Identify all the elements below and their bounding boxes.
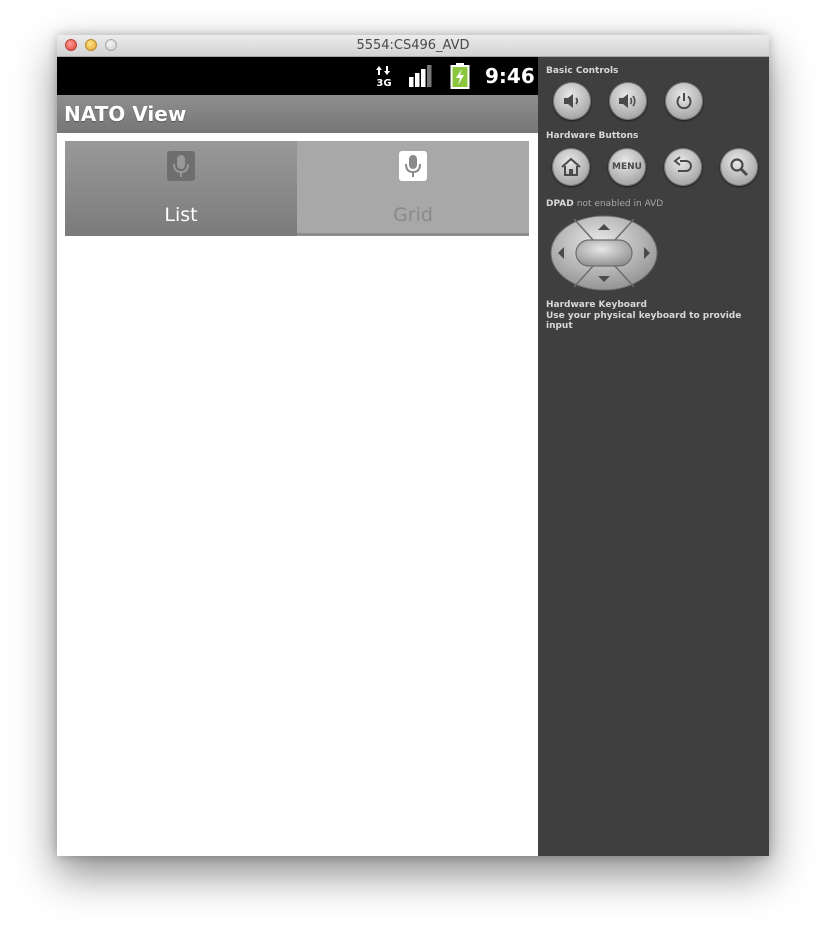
home-icon (561, 157, 581, 176)
back-button[interactable] (664, 148, 702, 186)
microphone-icon (167, 151, 195, 186)
search-button[interactable] (720, 148, 758, 186)
battery-charging-icon (450, 63, 470, 94)
home-button[interactable] (552, 148, 590, 186)
volume-up-icon (619, 94, 636, 108)
tab-grid[interactable]: Grid (297, 141, 529, 236)
tab-bar: List Grid (65, 141, 529, 236)
signal-strength-icon (409, 65, 433, 92)
volume-down-button[interactable] (553, 82, 591, 120)
emulator-controls-panel: Basic Controls Hardware Buttons MENU DPA… (538, 57, 769, 856)
back-icon (673, 156, 692, 172)
hardware-keyboard-label: Hardware Keyboard (546, 300, 647, 310)
tab-grid-label: Grid (393, 204, 433, 226)
menu-button[interactable]: MENU (608, 148, 646, 186)
dpad-note: not enabled in AVD (576, 199, 664, 209)
basic-controls-label: Basic Controls (546, 66, 619, 76)
menu-button-label: MENU (612, 162, 642, 172)
volume-down-icon (564, 94, 579, 108)
status-clock: 9:46 (485, 64, 535, 88)
power-button[interactable] (665, 82, 703, 120)
tab-list-label: List (164, 204, 198, 226)
window-title: 5554:CS496_AVD (356, 38, 470, 53)
status-bar: 3G 9:46 (57, 57, 538, 95)
network-3g-icon: 3G (375, 65, 393, 92)
power-icon (676, 93, 692, 110)
hardware-buttons-label: Hardware Buttons (546, 131, 639, 141)
app-title: NATO View (64, 102, 187, 126)
hardware-keyboard-note: Use your physical keyboard to provide in… (546, 311, 742, 331)
microphone-icon (399, 151, 427, 186)
device-screen: 3G 9:46 NATO View List Grid (57, 57, 538, 856)
network-type-label: 3G (376, 78, 391, 87)
dpad-title: DPAD (546, 199, 574, 209)
volume-up-button[interactable] (609, 82, 647, 120)
tab-list[interactable]: List (65, 141, 297, 236)
dpad-label: DPAD not enabled in AVD (546, 199, 663, 209)
emulator-window: 5554:CS496_AVD 3G 9:46 NATO View List Gr… (57, 35, 769, 856)
search-icon (730, 158, 749, 177)
title-bar: 5554:CS496_AVD (57, 35, 769, 57)
action-bar: NATO View (57, 95, 538, 133)
dpad-control[interactable] (550, 215, 658, 296)
